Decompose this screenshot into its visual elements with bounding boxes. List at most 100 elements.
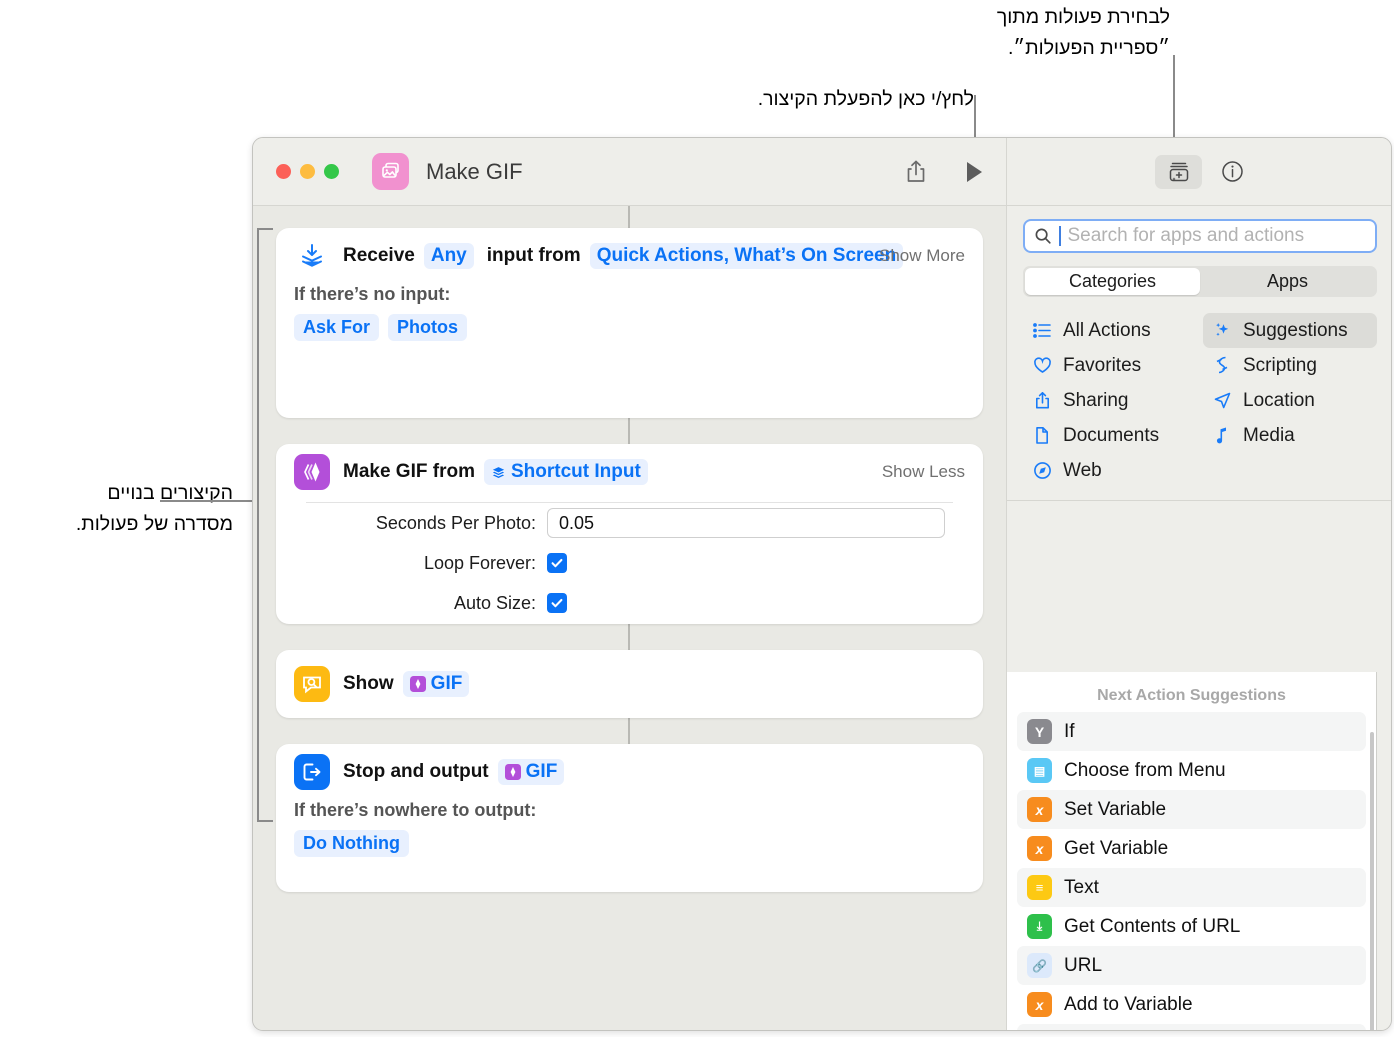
list-item[interactable]: Y If [1017,712,1366,751]
variable-icon: x [1027,797,1052,822]
list-bullet-icon [1032,323,1052,338]
param-label: Loop Forever: [423,552,536,573]
sidebar-item-label: Sharing [1063,389,1129,411]
list-item-label: Get Contents of URL [1064,915,1241,937]
sidebar-item-suggestions[interactable]: Suggestions [1203,313,1377,348]
action-token-gif[interactable]: GIF [402,671,470,697]
menu-icon: ▤ [1027,758,1052,783]
action-text: Show [343,673,394,694]
sidebar-item-documents[interactable]: Documents [1023,418,1197,453]
auto-size-checkbox[interactable] [547,593,567,613]
show-more-toggle[interactable]: Show More [879,246,965,266]
sidebar-item-favorites[interactable]: Favorites [1023,348,1197,383]
search-input[interactable]: Search for apps and actions [1023,219,1377,253]
token-label: GIF [430,673,463,694]
action-text: input from [486,245,581,266]
chip-photos[interactable]: Photos [388,314,468,341]
shortcut-app-icon [372,153,409,190]
sidebar-item-label: Media [1243,424,1295,446]
callout-library: לבחירת פעולות מתוך ״ספריית הפעולות״. [996,6,1170,59]
token-label: GIF [525,761,558,782]
action-token-sources[interactable]: Quick Actions, What’s On Screen [589,243,904,269]
list-item-label: Get Variable [1064,837,1169,859]
action-card-make-gif[interactable]: Make GIF from Shortcut Input Show Less S… [276,444,983,624]
list-item[interactable]: x Add to Variable [1017,985,1366,1024]
list-item-label: Add to Variable [1064,993,1193,1015]
sidebar-item-label: Web [1063,459,1102,481]
zoom-button[interactable] [324,164,339,179]
sidebar-item-media[interactable]: Media [1203,418,1377,453]
play-icon[interactable] [964,160,984,184]
sidebar-item-all-actions[interactable]: All Actions [1023,313,1197,348]
search-icon [1035,228,1051,244]
sidebar-item-sharing[interactable]: Sharing [1023,383,1197,418]
list-item[interactable]: ↻ Repeat with Each [1017,1024,1366,1030]
window-title: Make GIF [426,158,523,184]
list-item[interactable]: 🔗 URL [1017,946,1366,985]
flow-connector [628,418,630,444]
share-up-icon [1032,391,1052,410]
make-gif-icon [294,454,330,490]
sidebar-item-label: Location [1243,389,1315,411]
list-item[interactable]: ⤓ Get Contents of URL [1017,907,1366,946]
location-arrow-icon [1212,391,1232,410]
action-card-stop-output[interactable]: Stop and output GIF If there’s nowhere t… [276,744,983,892]
action-card-receive[interactable]: Receive Any input from Quick Actions, Wh… [276,228,983,418]
minimize-button[interactable] [300,164,315,179]
flow-connector [628,206,630,228]
heart-icon [1032,357,1052,374]
callout-actions-leader [160,500,252,502]
sidebar-toolbar [1006,138,1391,206]
action-token-gif[interactable]: GIF [497,759,565,785]
gif-variable-icon [409,676,426,692]
info-icon[interactable] [1220,159,1245,184]
sidebar-item-location[interactable]: Location [1203,383,1377,418]
token-label: Shortcut Input [510,461,641,482]
action-token-shortcut-input[interactable]: Shortcut Input [483,459,648,485]
list-item-label: Set Variable [1064,798,1167,820]
param-auto-size: Auto Size: [276,583,983,623]
sidebar-item-scripting[interactable]: Scripting [1203,348,1377,383]
variable-icon: x [1027,836,1052,861]
callout-actions: הקיצורים בנויים מסדרה של פעולות. [75,482,233,535]
list-item[interactable]: ≡ Text [1017,868,1366,907]
seconds-per-photo-input[interactable]: 0.05 [547,508,945,538]
callout-run: לחץ/י כאן להפעלת הקיצור. [757,88,974,110]
sidebar-scrollbar[interactable] [1370,732,1374,1030]
action-token-any[interactable]: Any [423,243,474,269]
link-icon: 🔗 [1027,953,1052,978]
gif-variable-icon [504,764,521,780]
tab-categories[interactable]: Categories [1025,268,1200,295]
list-item[interactable]: ▤ Choose from Menu [1017,751,1366,790]
show-less-toggle[interactable]: Show Less [882,462,965,482]
sidebar-item-web[interactable]: Web [1023,453,1197,488]
action-library-icon[interactable] [1155,154,1202,189]
download-url-icon: ⤓ [1027,914,1052,939]
sidebar-item-label: All Actions [1063,319,1151,341]
tab-apps[interactable]: Apps [1200,268,1375,295]
workflow-canvas[interactable]: Receive Any input from Quick Actions, Wh… [253,206,1006,1030]
list-item[interactable]: x Set Variable [1017,790,1366,829]
param-label: Seconds Per Photo: [375,512,536,533]
category-grid: All Actions Suggestions Favorites Script… [1007,297,1391,501]
action-text: Make GIF from [343,461,475,482]
window-controls[interactable] [276,164,339,179]
next-action-suggestions-panel[interactable]: Next Action Suggestions Y If ▤ Choose fr… [1007,672,1377,1030]
chip-ask-for[interactable]: Ask For [294,314,380,341]
actions-bracket [257,228,273,822]
action-card-show[interactable]: Show GIF [276,650,983,718]
flow-connector [628,624,630,650]
search-placeholder: Search for apps and actions [1067,225,1305,246]
share-icon[interactable] [904,159,928,185]
library-mode-segmented-control[interactable]: Categories Apps [1023,266,1377,297]
window-titlebar: Make GIF [253,138,1006,206]
loop-forever-checkbox[interactable] [547,553,567,573]
list-item[interactable]: x Get Variable [1017,829,1366,868]
no-input-label: If there’s no input: [294,284,451,304]
receive-input-icon [294,238,330,274]
text-icon: ≡ [1027,875,1052,900]
close-button[interactable] [276,164,291,179]
text-caret [1059,226,1061,246]
action-text: Stop and output [343,761,489,782]
chip-do-nothing[interactable]: Do Nothing [294,830,409,857]
